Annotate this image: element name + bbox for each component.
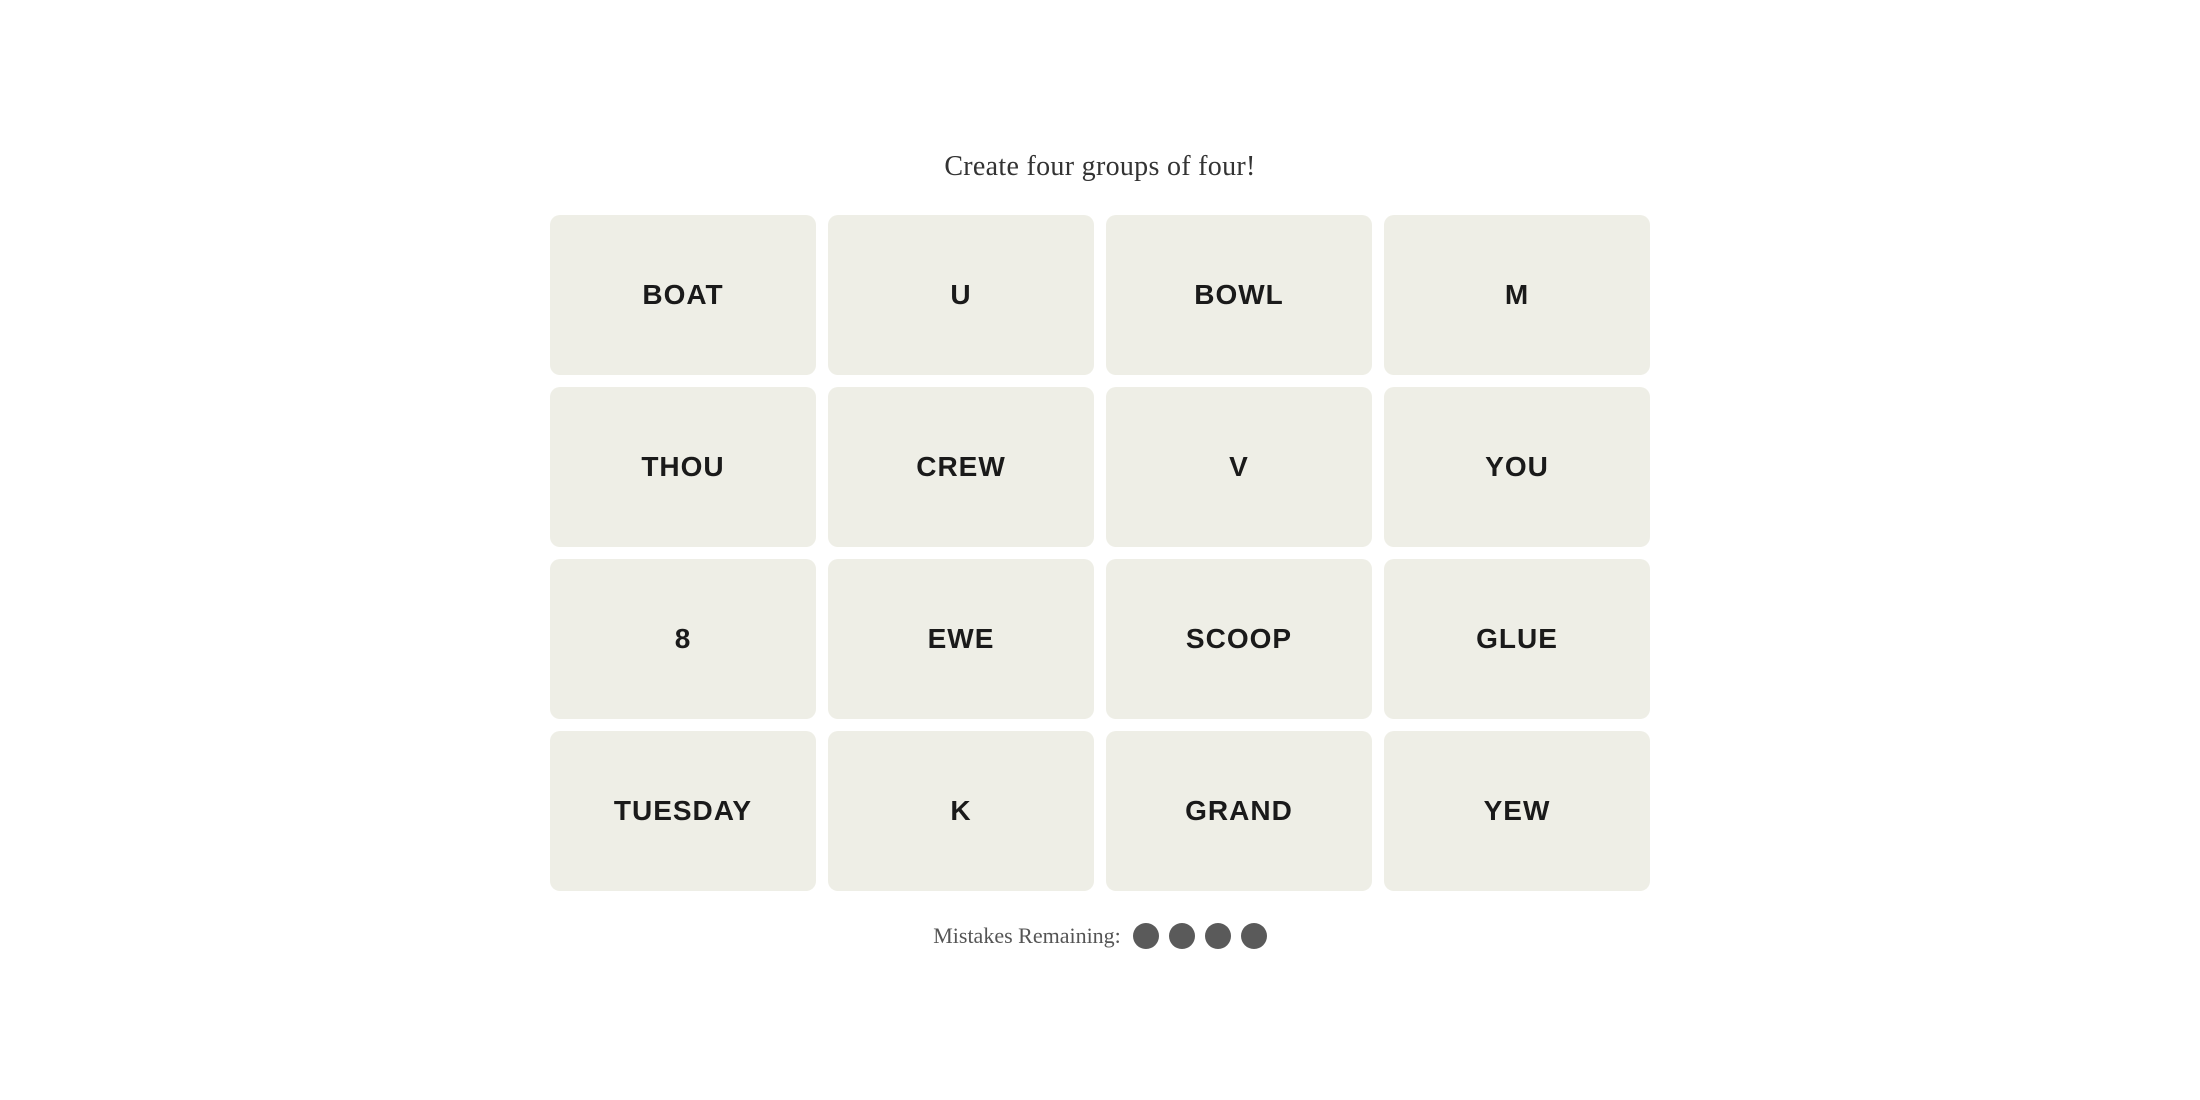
tile-crew[interactable]: CREW — [828, 387, 1094, 547]
tile-label-v: V — [1229, 451, 1249, 483]
tile-m[interactable]: M — [1384, 215, 1650, 375]
mistakes-label: Mistakes Remaining: — [933, 923, 1121, 949]
tile-label-k: K — [950, 795, 971, 827]
tile-label-crew: CREW — [916, 451, 1006, 483]
tile-label-grand: GRAND — [1185, 795, 1293, 827]
tile-grand[interactable]: GRAND — [1106, 731, 1372, 891]
tile-label-scoop: SCOOP — [1186, 623, 1292, 655]
subtitle: Create four groups of four! — [944, 151, 1255, 183]
tiles-grid: BOAT U BOWL M THOU CREW V YOU 8 EWE SCOOP GLUE TUESD… — [550, 215, 1650, 891]
tile-label-8: 8 — [675, 623, 692, 655]
tile-v[interactable]: V — [1106, 387, 1372, 547]
tile-label-thou: THOU — [641, 451, 724, 483]
tile-label-tuesday: TUESDAY — [614, 795, 752, 827]
tile-label-yew: YEW — [1484, 795, 1551, 827]
tile-you[interactable]: YOU — [1384, 387, 1650, 547]
tile-u[interactable]: U — [828, 215, 1094, 375]
tile-k[interactable]: K — [828, 731, 1094, 891]
mistake-dot-3 — [1205, 923, 1231, 949]
tile-boat[interactable]: BOAT — [550, 215, 816, 375]
tile-bowl[interactable]: BOWL — [1106, 215, 1372, 375]
tile-tuesday[interactable]: TUESDAY — [550, 731, 816, 891]
tile-label-you: YOU — [1485, 451, 1549, 483]
tile-label-u: U — [950, 279, 971, 311]
mistake-dot-2 — [1169, 923, 1195, 949]
mistakes-area: Mistakes Remaining: — [933, 923, 1267, 949]
tile-label-ewe: EWE — [928, 623, 995, 655]
tile-ewe[interactable]: EWE — [828, 559, 1094, 719]
mistakes-dots — [1133, 923, 1267, 949]
mistake-dot-4 — [1241, 923, 1267, 949]
tile-label-boat: BOAT — [642, 279, 723, 311]
tile-label-bowl: BOWL — [1194, 279, 1284, 311]
tile-8[interactable]: 8 — [550, 559, 816, 719]
tile-scoop[interactable]: SCOOP — [1106, 559, 1372, 719]
tile-label-glue: GLUE — [1476, 623, 1558, 655]
tile-label-m: M — [1505, 279, 1529, 311]
game-container: Create four groups of four! BOAT U BOWL M TH… — [550, 151, 1650, 949]
mistake-dot-1 — [1133, 923, 1159, 949]
tile-thou[interactable]: THOU — [550, 387, 816, 547]
tile-glue[interactable]: GLUE — [1384, 559, 1650, 719]
tile-yew[interactable]: YEW — [1384, 731, 1650, 891]
